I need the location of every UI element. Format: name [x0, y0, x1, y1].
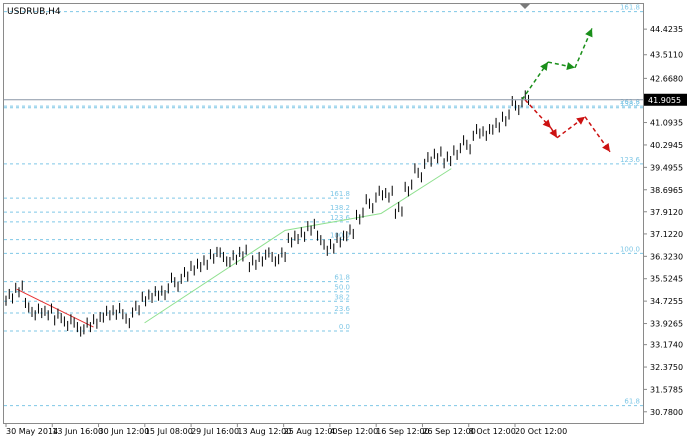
fib-upper-label: 123.6 — [620, 156, 641, 164]
x-tick-label: 8 Oct 12:00 — [469, 427, 516, 436]
x-tick-label: 30 May 2014 — [6, 427, 58, 436]
y-tick-label: 42.6680 — [650, 74, 683, 83]
fib-upper-label: 100.0 — [620, 245, 640, 253]
fib-lower-label: 23.6 — [334, 305, 350, 313]
y-tick-label: 35.5245 — [650, 275, 683, 284]
y-tick-label: 38.6965 — [650, 186, 683, 195]
current-price-label: 41.9055 — [648, 96, 681, 105]
x-tick-label: 30 Jun 12:00 — [99, 427, 150, 436]
x-axis: 30 May 201413 Jun 16:0030 Jun 12:0015 Ju… — [5, 423, 567, 436]
chart-canvas: 161.8261.8138.2123.6100.061.8161.8138.21… — [3, 3, 687, 436]
y-tick-label: 40.2945 — [650, 141, 683, 150]
y-tick-label: 33.1740 — [650, 341, 683, 350]
y-tick-label: 32.3750 — [650, 363, 683, 372]
symbol-label: USDRUB,H4 — [7, 7, 61, 17]
fib-upper-label: 138.2 — [620, 100, 640, 108]
fib-lower-label: 138.2 — [330, 204, 350, 212]
fib-upper-label: 161.8 — [620, 4, 640, 12]
fib-lower-label: 61.8 — [334, 274, 350, 282]
fib-lower-label: 38.2 — [334, 293, 350, 301]
x-tick-label: 29 Jul 16:00 — [191, 427, 239, 436]
y-tick-label: 37.9120 — [650, 208, 683, 217]
y-tick-label: 34.7255 — [650, 297, 683, 306]
x-tick-label: 4 Sep 12:00 — [330, 427, 378, 436]
y-tick-label: 44.4235 — [650, 25, 683, 34]
y-tick-label: 43.5110 — [650, 51, 683, 60]
x-tick-label: 20 Oct 12:00 — [515, 427, 567, 436]
y-tick-label: 39.4955 — [650, 163, 683, 172]
y-tick-label: 41.0935 — [650, 119, 683, 128]
fib-lower-label: 50.0 — [334, 284, 350, 292]
y-tick-label: 31.5785 — [650, 385, 683, 394]
y-tick-label: 36.3230 — [650, 252, 683, 261]
fib-lower-label: 161.8 — [330, 190, 350, 198]
x-tick-label: 15 Jul 08:00 — [145, 427, 193, 436]
chart-window: 161.8 261.8 138.2 123.6 100.0 61.8 161.8 138.2 1… — [0, 0, 688, 438]
x-tick-label: 13 Jun 16:00 — [52, 427, 103, 436]
y-tick-label: 30.7800 — [650, 408, 683, 417]
y-tick-label: 33.9265 — [650, 320, 683, 329]
plot-frame — [3, 3, 644, 424]
y-tick-label: 37.1220 — [650, 230, 683, 239]
fib-upper-label: 61.8 — [624, 398, 640, 406]
fib-lower-label: 0.0 — [339, 323, 350, 331]
